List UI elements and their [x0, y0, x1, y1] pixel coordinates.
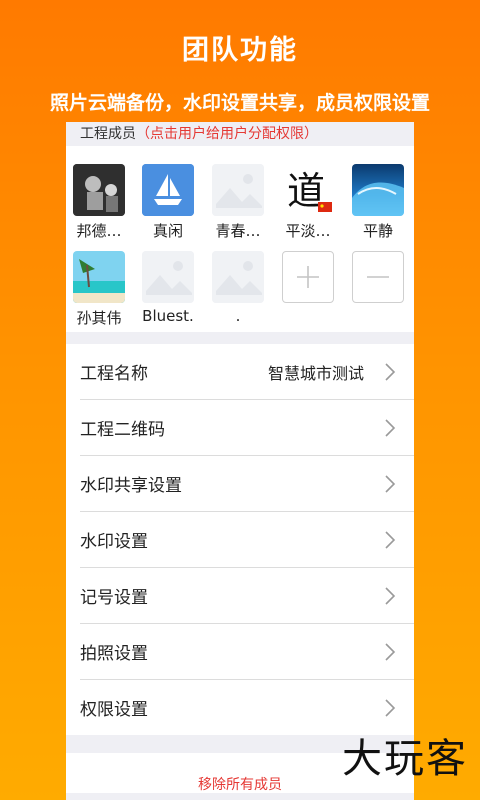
placeholder-image-icon: [142, 251, 194, 303]
member-name: .: [235, 307, 241, 325]
qrcode-row[interactable]: 工程二维码: [80, 400, 414, 456]
brand-watermark: 大玩客: [342, 736, 468, 782]
row-label: 记号设置: [80, 588, 148, 608]
mark-row[interactable]: 记号设置: [80, 568, 414, 624]
remove-member-button[interactable]: [345, 251, 411, 303]
settings-list: 工程名称 智慧城市测试 工程二维码 水印共享设置 水印设置 记号设置 拍照设置 …: [66, 344, 414, 735]
beach-photo-icon: [73, 251, 125, 303]
member-item[interactable]: 孙其伟: [66, 251, 132, 328]
watermark-row[interactable]: 水印设置: [80, 512, 414, 568]
project-name-value: 智慧城市测试: [267, 363, 364, 383]
plus-icon: [282, 251, 334, 303]
placeholder-image-icon: [212, 251, 264, 303]
row-label: 权限设置: [80, 700, 148, 720]
project-name-row[interactable]: 工程名称 智慧城市测试: [80, 344, 414, 400]
members-header-hint: （点击用户给用户分配权限）: [136, 126, 318, 142]
chevron-right-icon: [385, 531, 396, 549]
avatar: [142, 164, 194, 216]
member-name: 平淡…: [285, 222, 331, 240]
chevron-right-icon: [385, 699, 396, 717]
watermark-share-row[interactable]: 水印共享设置: [80, 456, 414, 512]
minus-icon: [352, 251, 404, 303]
member-item[interactable]: .: [205, 251, 271, 325]
members-header-label: 工程成员: [80, 126, 136, 142]
member-name: 孙其伟: [76, 309, 122, 327]
member-item[interactable]: 青春…: [205, 164, 271, 241]
hero-title: 团队功能: [182, 35, 298, 66]
sailboat-icon: [142, 164, 194, 216]
hero-subtitle: 照片云端备份，水印设置共享，成员权限设置: [49, 92, 430, 114]
photo-row[interactable]: 拍照设置: [80, 624, 414, 680]
avatar: [352, 164, 404, 216]
avatar: [73, 164, 125, 216]
placeholder-image-icon: [212, 164, 264, 216]
chevron-right-icon: [385, 419, 396, 437]
member-name: 真闲: [152, 222, 183, 240]
chevron-right-icon: [385, 475, 396, 493]
member-item[interactable]: Bluest.: [135, 251, 201, 325]
member-item[interactable]: 道 平淡…: [275, 164, 341, 241]
member-item[interactable]: 邦德…: [66, 164, 132, 241]
member-name: 邦德…: [76, 222, 122, 240]
member-name: Bluest.: [142, 307, 194, 325]
members-grid: 邦德… 真闲 青春… 道 平淡… 平静 孙其伟 Bluest. .: [66, 146, 414, 332]
member-name: 平静: [362, 222, 393, 240]
members-header: 工程成员（点击用户给用户分配权限）: [66, 122, 414, 146]
dark-photo-icon: [73, 164, 125, 216]
member-item[interactable]: 平静: [345, 164, 411, 241]
row-label: 工程二维码: [80, 420, 165, 440]
row-label: 拍照设置: [80, 644, 148, 664]
chevron-right-icon: [385, 643, 396, 661]
row-label: 水印设置: [80, 532, 148, 552]
chevron-right-icon: [385, 363, 396, 381]
wave-photo-icon: [352, 164, 404, 216]
row-label: 工程名称: [80, 364, 148, 384]
add-member-button[interactable]: [275, 251, 341, 303]
calligraphy-image-icon: 道: [282, 164, 334, 216]
member-name: 青春…: [215, 222, 261, 240]
avatar: 道: [282, 164, 334, 216]
avatar: [73, 251, 125, 303]
member-item[interactable]: 真闲: [135, 164, 201, 241]
row-label: 水印共享设置: [80, 476, 182, 496]
chevron-right-icon: [385, 587, 396, 605]
phone-screen: 工程成员（点击用户给用户分配权限） 邦德… 真闲 青春… 道 平淡… 平静 孙其…: [66, 122, 414, 800]
